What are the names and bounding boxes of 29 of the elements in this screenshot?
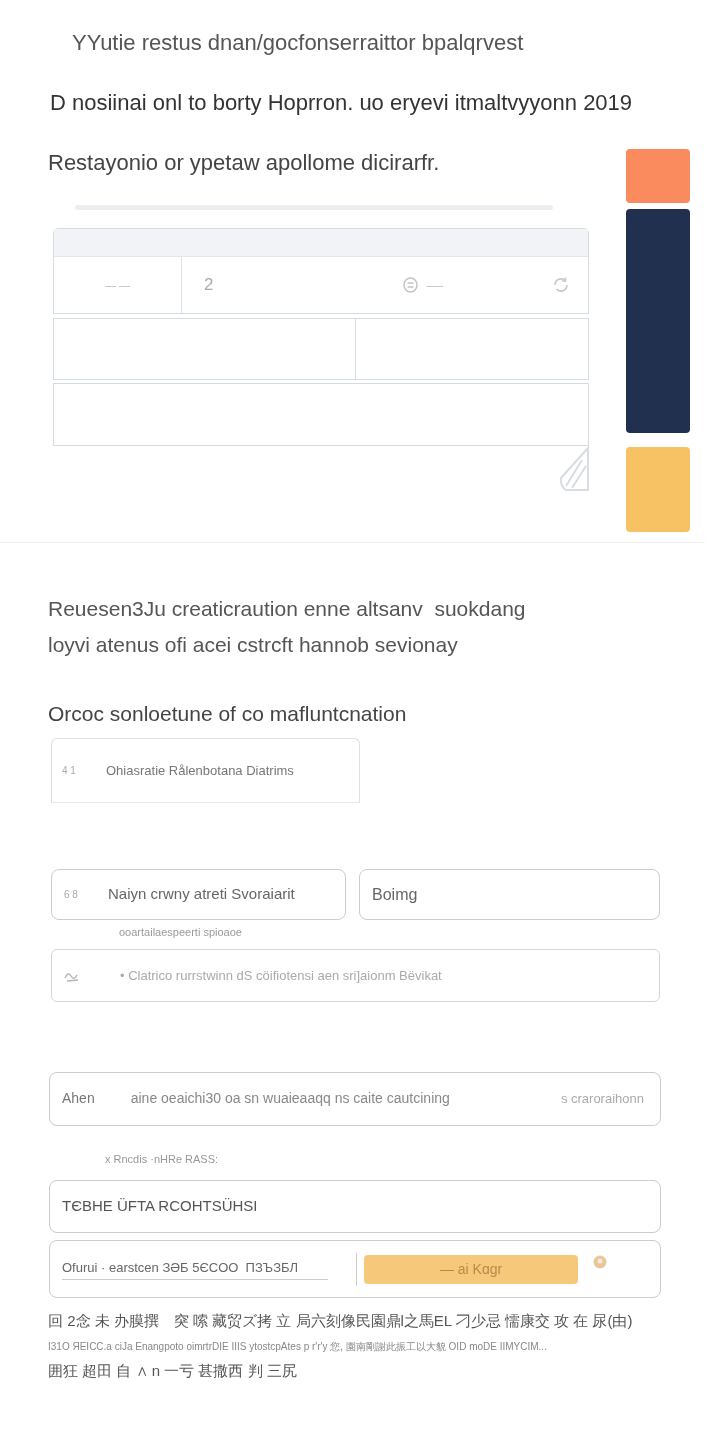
- refresh-icon[interactable]: [552, 276, 570, 294]
- footer-text: 回 2念 未 办膜撰 突 嗦 藏贸ズ拷 立 局六刻像民園鼎l之馬EL 刁少忌 懦康交 攻 在 尿(由): [48, 1311, 634, 1331]
- row-label: Ahen: [62, 1089, 95, 1108]
- page-title: YYutie restus dnan/gocfonserraittor bpalqrvest: [72, 30, 525, 56]
- item-number: 4 1: [62, 764, 77, 778]
- input-field[interactable]: Ofurui · earstcen ЗӘБ 5ЄCOO ΠЗЪЗБЛ: [62, 1257, 328, 1281]
- page-curl-icon: [558, 446, 590, 492]
- text-field[interactable]: TЄBHE ÜFTA RCOHTSÜHSI: [49, 1180, 661, 1233]
- text-field[interactable]: • Clatrico rurrstwinn dS cöifiotensi aen sri]aionm Bëvikat: [51, 948, 660, 1002]
- subtitle-text: D nosiinai onl to borty Hoprron. uo eryevi itmaltvyyonn 2019: [50, 90, 634, 116]
- section-heading: Orcoc sonloetune of co mafluntcnation: [48, 701, 408, 727]
- table-cell-text: –––: [426, 278, 444, 293]
- footer-text: I31O ЯEICC.a ciJa Enangpoto oimrtrDIE IIIS ytostcpAtes p r'r'y 您, 園南剛謝此振工以大貌 OID moDE IIMYCIM...: [48, 1340, 548, 1354]
- list-item[interactable]: 4 1 Ohiasratie Rålenbotana Diatrims: [51, 738, 360, 803]
- row-text: aine oeaichi30 oa sn wuaieaaqq ns caite cautcining: [130, 1089, 450, 1108]
- text-field[interactable]: Boimg: [359, 869, 660, 920]
- coin-icon: [403, 277, 419, 293]
- table-cell-text: 2: [203, 274, 214, 297]
- footer-text: 囲狂 超田 自 ∧ n 一亏 甚撒西 判 三尻: [48, 1361, 298, 1381]
- text-field[interactable]: 6 8 Naiyn crwny atreti Svoraiarit: [51, 869, 346, 920]
- panel-heading: Restayonio or ypetaw apollome dicirarfr.: [48, 149, 441, 177]
- table-cell-text: –– ––: [105, 278, 130, 293]
- field-number: 6 8: [64, 888, 79, 902]
- note-text: x Rncdis ·nHRe RASS:: [105, 1151, 220, 1167]
- item-text: Ohiasratie Rålenbotana Diatrims: [106, 761, 294, 780]
- row-hint: s craroraihonn: [560, 1089, 644, 1108]
- paragraph-text: Reuesen3Ju creaticraution enne altsanv suokdang loyvi atenus ofi acei cstrcft hannob sevionay: [48, 596, 527, 658]
- dot-icon: [593, 1255, 607, 1269]
- helper-text: ooartailaespeerti spioaoe: [119, 925, 243, 940]
